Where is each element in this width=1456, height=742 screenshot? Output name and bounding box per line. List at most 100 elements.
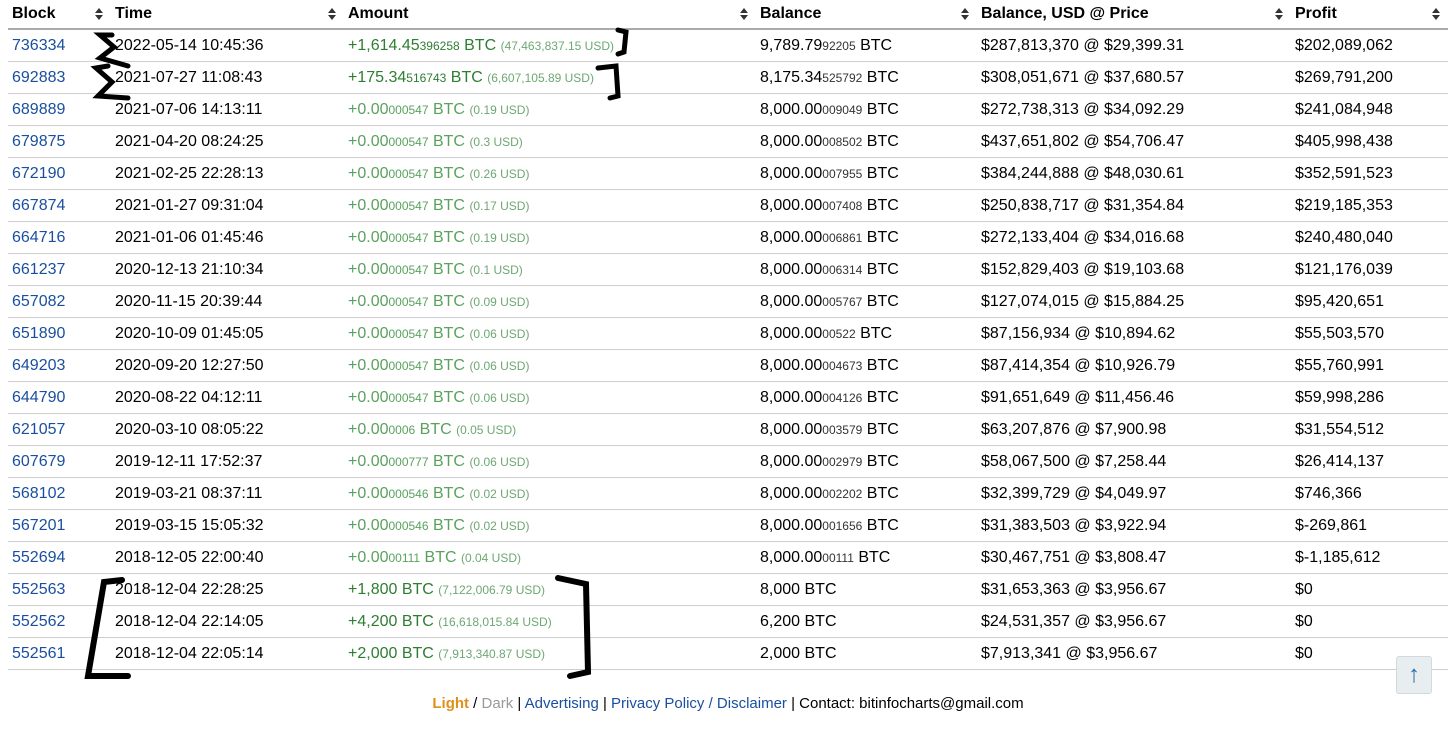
block-link[interactable]: 672190 — [12, 165, 65, 182]
amount-fraction: 000547 — [388, 262, 429, 277]
balance-usd-cell: $87,414,354 @ $10,926.79 — [977, 349, 1291, 382]
amount-value: +0.00 — [348, 100, 389, 118]
amount-value: +0.00 — [348, 356, 389, 374]
time-cell: 2018-12-05 22:00:40 — [111, 541, 344, 574]
block-link[interactable]: 621057 — [12, 421, 65, 438]
block-link[interactable]: 736334 — [12, 37, 65, 54]
amount-cell: +0.00000547 BTC (0.06 USD) — [344, 381, 756, 414]
amount-usd: (0.05 USD) — [456, 422, 517, 437]
amount-unit: BTC — [397, 612, 434, 630]
column-header-balance[interactable]: Balance — [756, 0, 977, 30]
table-row: 644790 2020-08-22 04:12:11 +0.00000547 BTC… — [8, 381, 1448, 414]
amount-cell: +0.00000547 BTC (0.26 USD) — [344, 157, 756, 190]
amount-usd: (7,122,006.79 USD) — [438, 582, 546, 597]
block-link[interactable]: 552563 — [12, 581, 65, 598]
block-link[interactable]: 552562 — [12, 613, 65, 630]
block-link[interactable]: 689889 — [12, 101, 65, 118]
amount-fraction: 000546 — [388, 486, 429, 501]
privacy-policy-link[interactable]: Privacy Policy / Disclaimer — [611, 695, 787, 712]
balance-cell: 8,000.00002202 BTC — [756, 477, 977, 510]
contact-text: Contact: bitinfocharts@gmail.com — [799, 695, 1024, 712]
time-cell: 2018-12-04 22:14:05 — [111, 605, 344, 638]
footer-separator: | — [598, 695, 612, 712]
column-header-block[interactable]: Block — [8, 0, 111, 30]
balance-fraction: 007408 — [822, 198, 863, 213]
sort-arrows-icon[interactable] — [740, 7, 748, 21]
block-cell: 567201 — [8, 509, 111, 542]
balance-cell: 8,000.00008502 BTC — [756, 125, 977, 158]
block-link[interactable]: 568102 — [12, 485, 65, 502]
time-cell: 2020-09-20 12:27:50 — [111, 349, 344, 382]
block-link[interactable]: 607679 — [12, 453, 65, 470]
sort-arrows-icon[interactable] — [961, 7, 969, 21]
block-link[interactable]: 651890 — [12, 325, 65, 342]
balance-cell: 8,000.00003579 BTC — [756, 413, 977, 446]
time-cell: 2021-04-20 08:24:25 — [111, 125, 344, 158]
block-link[interactable]: 667874 — [12, 197, 65, 214]
amount-fraction: 000547 — [388, 198, 429, 213]
amount-cell: +0.00000547 BTC (0.06 USD) — [344, 317, 756, 350]
amount-usd: (0.19 USD) — [469, 102, 530, 117]
amount-fraction: 516743 — [406, 70, 447, 85]
balance-fraction: 009049 — [822, 102, 863, 117]
balance-value: 9,789.79 — [760, 36, 823, 54]
theme-light-link[interactable]: Light — [432, 695, 469, 712]
balance-cell: 9,789.7992205 BTC — [756, 29, 977, 62]
theme-dark-link[interactable]: Dark — [482, 695, 514, 712]
sort-arrows-icon[interactable] — [95, 7, 103, 21]
block-cell: 672190 — [8, 157, 111, 190]
amount-value: +1,614.45 — [348, 36, 420, 54]
amount-unit: BTC — [428, 324, 465, 342]
balance-fraction: 92205 — [822, 38, 856, 53]
table-row: 567201 2019-03-15 15:05:32 +0.00000546 BTC… — [8, 509, 1448, 542]
column-header-amount[interactable]: Amount — [344, 0, 756, 30]
block-link[interactable]: 644790 — [12, 389, 65, 406]
balance-cell: 8,000.00004126 BTC — [756, 381, 977, 414]
column-header-balance-usd[interactable]: Balance, USD @ Price — [977, 0, 1291, 30]
profit-cell: $241,084,948 — [1291, 93, 1448, 126]
sort-arrows-icon[interactable] — [1275, 7, 1283, 21]
block-cell: 664716 — [8, 221, 111, 254]
column-header-profit[interactable]: Profit — [1291, 0, 1448, 30]
time-cell: 2020-12-13 21:10:34 — [111, 253, 344, 286]
amount-fraction: 000547 — [388, 390, 429, 405]
table-row: 664716 2021-01-06 01:45:46 +0.00000547 BTC… — [8, 221, 1448, 254]
amount-usd: (0.06 USD) — [469, 326, 530, 341]
balance-unit: BTC — [800, 580, 837, 598]
block-link[interactable]: 664716 — [12, 229, 65, 246]
amount-value: +0.00 — [348, 388, 389, 406]
block-link[interactable]: 657082 — [12, 293, 65, 310]
balance-usd-cell: $127,074,015 @ $15,884.25 — [977, 285, 1291, 318]
table-row: 552561 2018-12-04 22:05:14 +2,000 BTC (7,9… — [8, 637, 1448, 670]
balance-value: 8,000.00 — [760, 292, 823, 310]
amount-cell: +1,614.45396258 BTC (47,463,837.15 USD) — [344, 29, 756, 62]
advertising-link[interactable]: Advertising — [525, 695, 599, 712]
block-link[interactable]: 649203 — [12, 357, 65, 374]
balance-value: 8,000.00 — [760, 260, 823, 278]
block-cell: 621057 — [8, 413, 111, 446]
amount-usd: (0.19 USD) — [469, 230, 530, 245]
transactions-table: Block Time Amount Balance Balance, USD @ Pri… — [8, 0, 1448, 670]
block-link[interactable]: 567201 — [12, 517, 65, 534]
profit-cell: $31,554,512 — [1291, 413, 1448, 446]
column-header-time[interactable]: Time — [111, 0, 344, 30]
block-link[interactable]: 679875 — [12, 133, 65, 150]
amount-usd: (0.06 USD) — [469, 454, 530, 469]
back-to-top-button[interactable]: ↑ — [1396, 656, 1432, 694]
amount-value: +0.00 — [348, 548, 389, 566]
block-link[interactable]: 552561 — [12, 645, 65, 662]
block-link[interactable]: 661237 — [12, 261, 65, 278]
sort-arrows-icon[interactable] — [1432, 7, 1440, 21]
block-link[interactable]: 692883 — [12, 69, 65, 86]
sort-arrows-icon[interactable] — [328, 7, 336, 21]
amount-unit: BTC — [420, 548, 457, 566]
block-link[interactable]: 552694 — [12, 549, 65, 566]
amount-value: +0.00 — [348, 324, 389, 342]
amount-fraction: 396258 — [419, 38, 460, 53]
amount-value: +175.34 — [348, 68, 407, 86]
profit-cell: $-1,185,612 — [1291, 541, 1448, 574]
amount-usd: (16,618,015.84 USD) — [438, 614, 552, 629]
amount-cell: +0.00000546 BTC (0.02 USD) — [344, 509, 756, 542]
amount-unit: BTC — [428, 132, 465, 150]
balance-unit: BTC — [862, 100, 899, 118]
